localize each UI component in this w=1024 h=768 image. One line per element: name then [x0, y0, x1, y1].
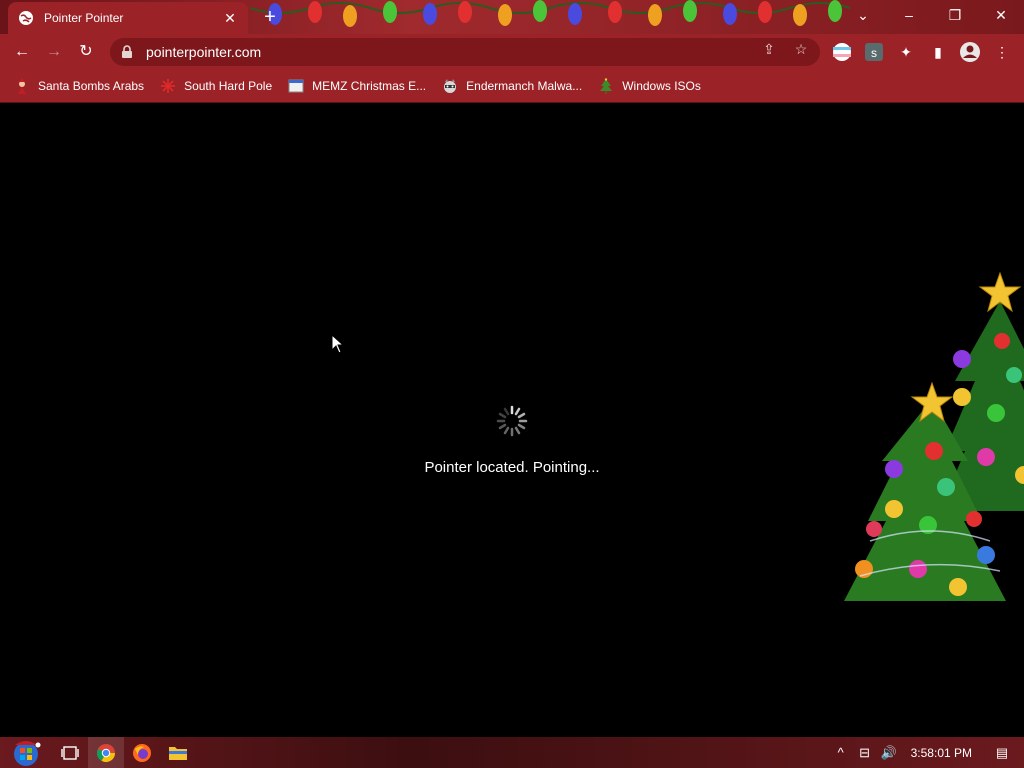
new-tab-button[interactable]: +: [258, 6, 282, 30]
firefox-icon: [133, 743, 151, 762]
toolbar: ← → ↻ pointerpointer.com ⇪ ☆ s ✦ ▮ ⋮: [0, 34, 1024, 70]
taskbar-file-explorer-button[interactable]: [160, 737, 196, 768]
tree-icon: [600, 78, 613, 94]
window-icon: [288, 79, 304, 93]
loading-spinner-icon: [496, 405, 528, 437]
taskbar: ^ ⊟ 🔊 3:58:01 PM ▤: [0, 737, 1024, 768]
tab-strip: Pointer Pointer ✕ + ⌄ – ❐ ✕: [0, 0, 1024, 34]
santa-icon: [18, 78, 26, 94]
restore-button[interactable]: ❐: [932, 0, 978, 30]
bookmark-windows-isos[interactable]: Windows ISOs: [598, 78, 701, 94]
bookmark-label: Endermanch Malwa...: [466, 79, 583, 93]
bookmark-label: Santa Bombs Arabs: [38, 79, 145, 93]
taskbar-chrome-button[interactable]: [88, 737, 124, 768]
bookmark-endermanch-malware[interactable]: Endermanch Malwa...: [442, 78, 582, 94]
bookmark-santa-bombs-arabs[interactable]: Santa Bombs Arabs: [14, 78, 144, 94]
mouse-cursor-icon: [331, 334, 345, 354]
url-text: pointerpointer.com: [146, 44, 262, 60]
page-content: Pointer located. Pointing...: [0, 103, 1024, 737]
bookmark-star-icon[interactable]: ☆: [790, 38, 812, 60]
taskbar-firefox-button[interactable]: [124, 737, 160, 768]
flag-extension-icon[interactable]: [832, 42, 852, 62]
notifications-icon[interactable]: ▤: [990, 745, 1014, 761]
bookmark-label: MEMZ Christmas E...: [312, 79, 427, 93]
taskbar-clock[interactable]: 3:58:01 PM: [911, 746, 972, 760]
tab-search-button[interactable]: ⌄: [840, 0, 886, 30]
raccoon-icon: [444, 79, 457, 93]
network-icon[interactable]: ⊟: [853, 745, 877, 761]
system-tray: ^ ⊟ 🔊 3:58:01 PM ▤: [829, 737, 1024, 768]
s-extension-icon[interactable]: s: [864, 42, 884, 62]
tab-close-icon[interactable]: ✕: [222, 10, 238, 27]
reload-button[interactable]: ↻: [74, 40, 98, 64]
minimize-button[interactable]: –: [886, 0, 932, 30]
address-bar[interactable]: pointerpointer.com: [110, 38, 820, 66]
globe-icon: [19, 11, 33, 25]
chrome-icon: [97, 743, 115, 762]
forward-button[interactable]: →: [42, 40, 66, 64]
bookmark-south-hard-pole[interactable]: South Hard Pole: [160, 78, 272, 94]
start-button[interactable]: [0, 737, 52, 768]
tab-title: Pointer Pointer: [44, 11, 124, 25]
lock-icon: [122, 45, 132, 58]
christmas-lights-decoration: [250, 0, 850, 27]
bookmark-label: Windows ISOs: [622, 79, 701, 93]
christmas-trees-decoration: [844, 271, 1024, 601]
bookmark-memz-christmas[interactable]: MEMZ Christmas E...: [288, 78, 426, 94]
back-button[interactable]: ←: [10, 40, 34, 64]
profile-avatar-icon[interactable]: [959, 41, 981, 63]
browser-window: Pointer Pointer ✕ + ⌄ – ❐ ✕ ← → ↻ pointe…: [0, 0, 1024, 103]
extensions-puzzle-icon[interactable]: ✦: [895, 41, 917, 63]
share-icon[interactable]: ⇪: [758, 38, 780, 60]
tab-pointer-pointer[interactable]: Pointer Pointer ✕: [8, 2, 248, 34]
svg-text:s: s: [871, 46, 877, 60]
side-panel-icon[interactable]: ▮: [927, 41, 949, 63]
tray-chevron-icon[interactable]: ^: [829, 745, 853, 760]
chrome-menu-icon[interactable]: ⋮: [991, 41, 1013, 63]
snowflake-icon: [161, 79, 176, 93]
close-window-button[interactable]: ✕: [978, 0, 1024, 30]
bookmarks-bar: Santa Bombs Arabs South Hard Pole MEMZ C…: [0, 70, 1024, 103]
volume-icon[interactable]: 🔊: [877, 745, 901, 761]
task-view-button[interactable]: [52, 737, 88, 768]
bookmark-label: South Hard Pole: [184, 79, 273, 93]
windows-start-orb-icon: [14, 740, 41, 766]
folder-icon: [169, 746, 187, 760]
task-view-icon: [61, 745, 79, 760]
